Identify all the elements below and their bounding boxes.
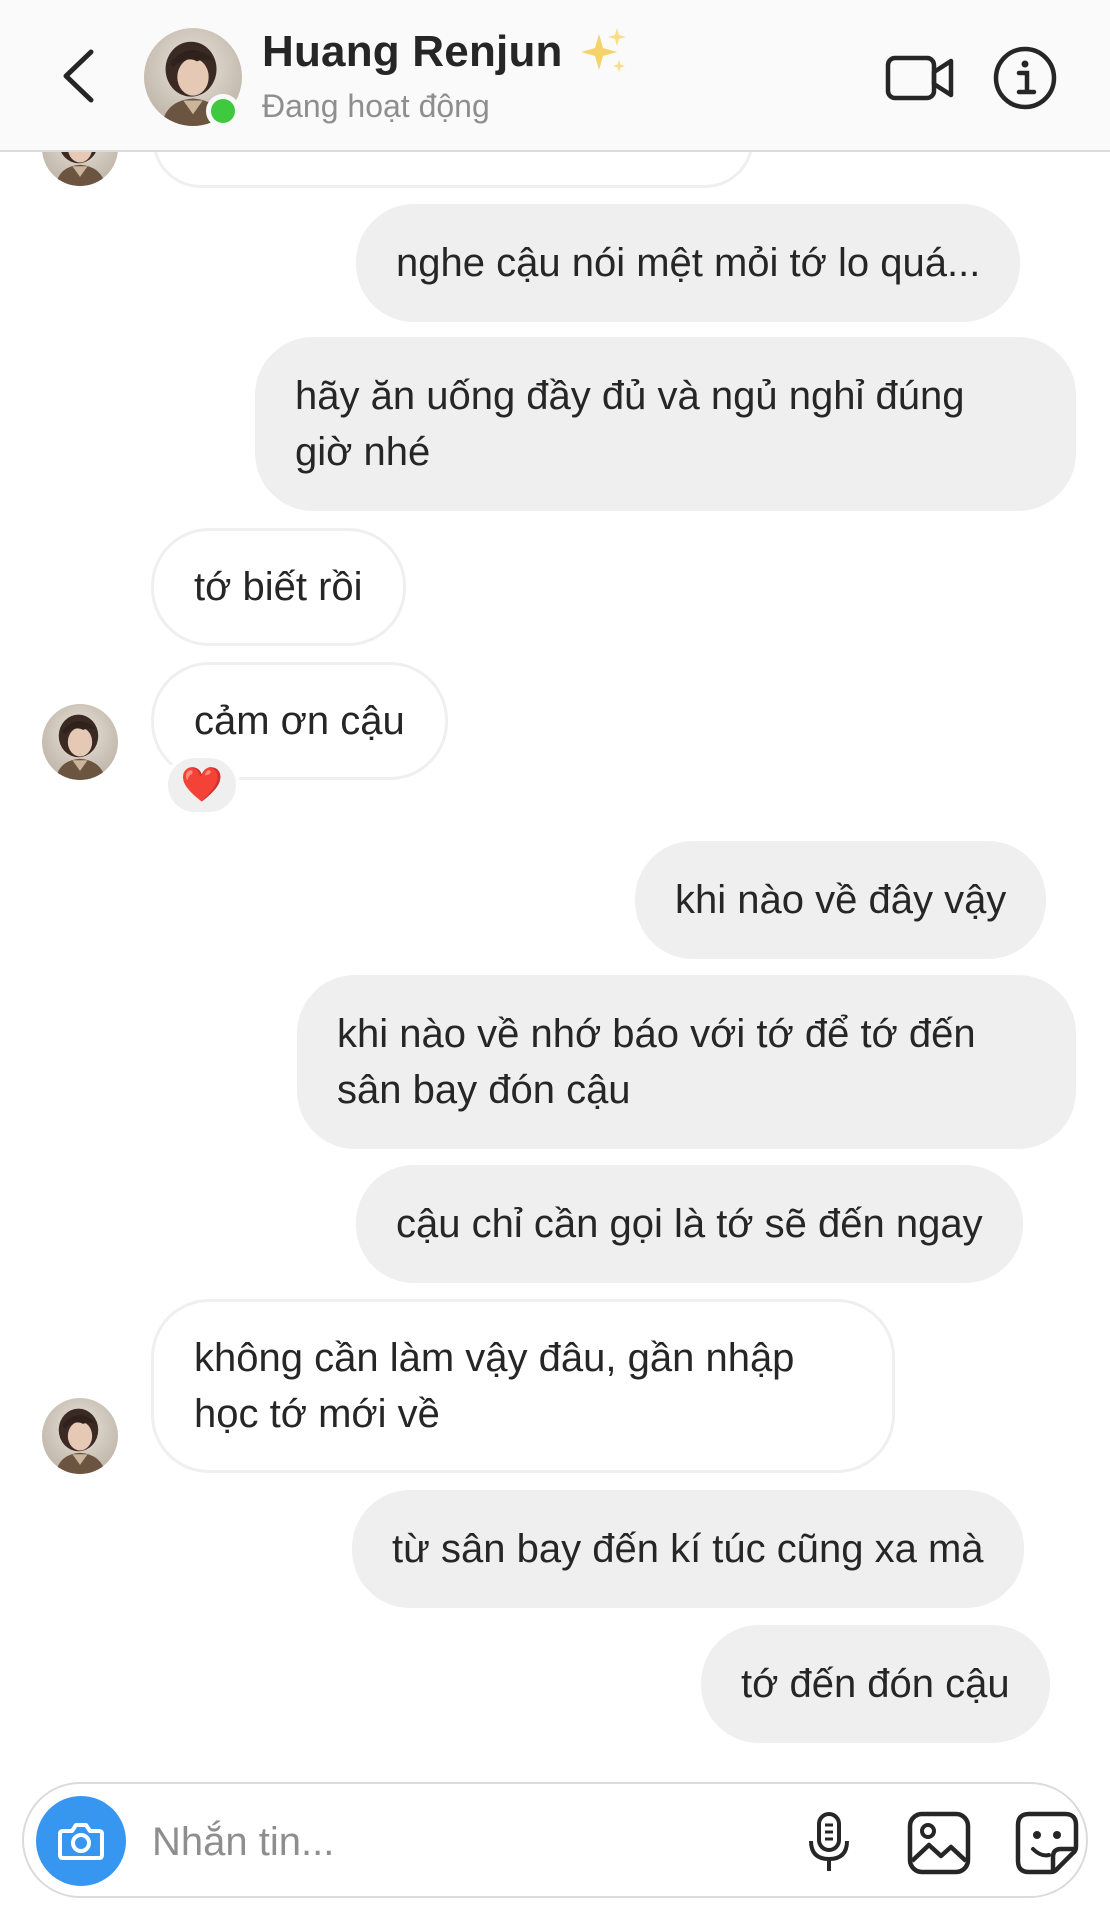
info-icon [993,46,1057,110]
message-text-line: hãy ăn uống đầy đủ và ngủ nghỉ đúng [295,374,965,418]
message-bubble-incoming[interactable]: không cần làm vậy đâu, gần nhập học tớ m… [151,1299,895,1473]
contact-name-row[interactable]: Huang Renjun [262,26,629,78]
chevron-left-icon [63,49,94,103]
contact-name: Huang Renjun [262,27,563,76]
message-bubble-outgoing[interactable]: khi nào về đây vậy [635,841,1047,959]
message-text: từ sân bay đến kí túc cũng xa mà [392,1527,984,1571]
message-bubble-outgoing[interactable]: nghe cậu nói mệt mỏi tớ lo quá... [356,204,1021,322]
message-text-line: không cần làm vậy đâu, gần nhập [194,1336,795,1380]
message-bubble-outgoing[interactable]: tớ đến đón cậu [701,1625,1050,1743]
sticker-button[interactable] [1014,1810,1080,1876]
message-list[interactable]: nghe cậu nói mệt mỏi tớ lo quá... hãy ăn… [0,0,1110,1920]
message-text: cậu chỉ cần gọi là tớ sẽ đến ngay [396,1202,983,1246]
message-bubble-outgoing[interactable]: từ sân bay đến kí túc cũng xa mà [352,1490,1024,1608]
message-text-line: giờ nhé [295,430,431,474]
image-icon [907,1811,971,1875]
online-status-dot [206,94,240,128]
back-button[interactable] [48,40,108,112]
message-text-line: khi nào về nhớ báo với tớ để tớ đến [337,1012,976,1056]
video-call-button[interactable] [880,40,960,116]
message-input[interactable] [152,1814,752,1870]
message-text: nghe cậu nói mệt mỏi tớ lo quá... [396,241,981,285]
avatar[interactable] [42,1398,118,1474]
sticker-icon [1015,1811,1079,1875]
message-text: tớ biết rồi [194,565,363,609]
camera-button[interactable] [36,1796,126,1886]
sparkles-icon [577,26,629,78]
message-bubble-incoming[interactable]: tớ biết rồi [151,528,406,646]
avatar[interactable] [42,704,118,780]
voice-message-button[interactable] [796,1810,862,1876]
info-button[interactable] [985,40,1065,116]
message-text-line: sân bay đón cậu [337,1068,631,1112]
message-text: tớ đến đón cậu [741,1662,1010,1706]
camera-icon [58,1823,104,1860]
message-bubble-outgoing[interactable]: khi nào về nhớ báo với tớ để tớ đến sân … [297,975,1076,1149]
gallery-button[interactable] [906,1810,972,1876]
microphone-icon [809,1812,849,1871]
activity-status: Đang hoạt động [262,88,490,124]
message-text: cảm ơn cậu [194,699,405,743]
message-text: khi nào về đây vậy [675,878,1007,922]
message-composer [22,1782,1088,1898]
chat-header: Huang Renjun Đang hoạt động [0,0,1110,152]
message-text-line: học tớ mới về [194,1392,440,1436]
heart-reaction-icon[interactable]: ❤️ [164,754,240,816]
message-bubble-outgoing[interactable]: hãy ăn uống đầy đủ và ngủ nghỉ đúng giờ … [255,337,1076,511]
message-bubble-outgoing[interactable]: cậu chỉ cần gọi là tớ sẽ đến ngay [356,1165,1023,1283]
video-camera-icon [885,55,954,101]
